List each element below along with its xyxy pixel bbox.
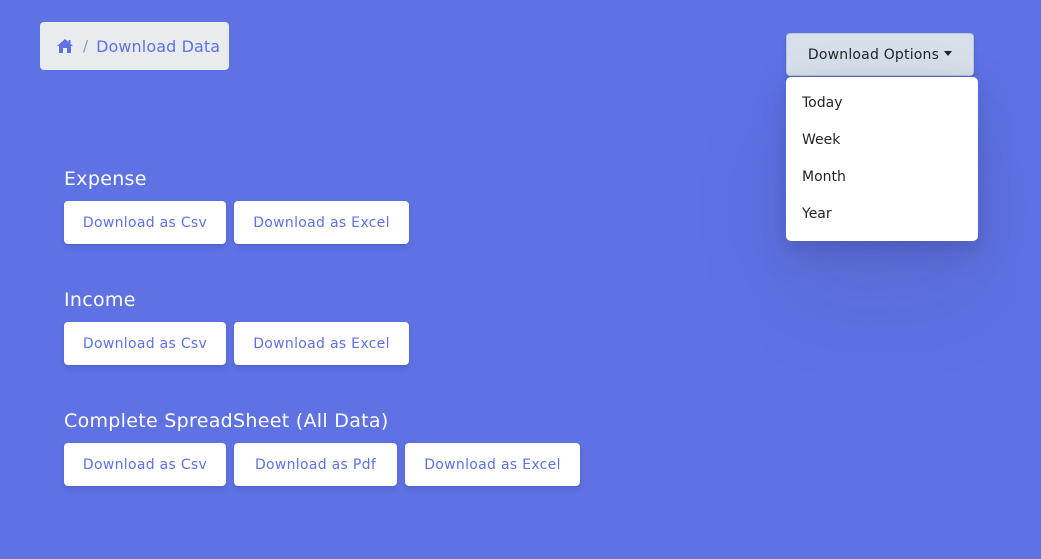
download-data-page: / Download Data Download Options Today W… (0, 0, 1041, 559)
complete-download-csv-button[interactable]: Download as Csv (64, 443, 226, 486)
breadcrumb-separator: / (83, 37, 89, 55)
income-download-csv-button[interactable]: Download as Csv (64, 322, 226, 365)
menu-item-year[interactable]: Year (786, 196, 978, 233)
expense-download-excel-button[interactable]: Download as Excel (234, 201, 409, 244)
section-title-expense: Expense (64, 168, 147, 190)
download-options-button[interactable]: Download Options (786, 33, 974, 76)
complete-spreadsheet-section: Complete SpreadSheet (All Data) Download… (64, 410, 580, 486)
menu-item-month[interactable]: Month (786, 159, 978, 196)
menu-item-week[interactable]: Week (786, 122, 978, 159)
caret-down-icon (944, 51, 953, 56)
complete-download-pdf-button[interactable]: Download as Pdf (234, 443, 397, 486)
income-download-excel-button[interactable]: Download as Excel (234, 322, 409, 365)
breadcrumb: / Download Data (40, 22, 229, 70)
download-options-menu: Today Week Month Year (786, 77, 978, 241)
menu-item-today[interactable]: Today (786, 85, 978, 122)
section-title-complete: Complete SpreadSheet (All Data) (64, 410, 389, 432)
expense-section: Expense Download as Csv Download as Exce… (64, 168, 409, 244)
section-title-income: Income (64, 289, 136, 311)
expense-download-csv-button[interactable]: Download as Csv (64, 201, 226, 244)
complete-download-excel-button[interactable]: Download as Excel (405, 443, 580, 486)
breadcrumb-current: Download Data (96, 36, 221, 56)
home-icon[interactable] (56, 38, 74, 54)
income-section: Income Download as Csv Download as Excel (64, 289, 409, 365)
download-options-label: Download Options (807, 46, 940, 63)
